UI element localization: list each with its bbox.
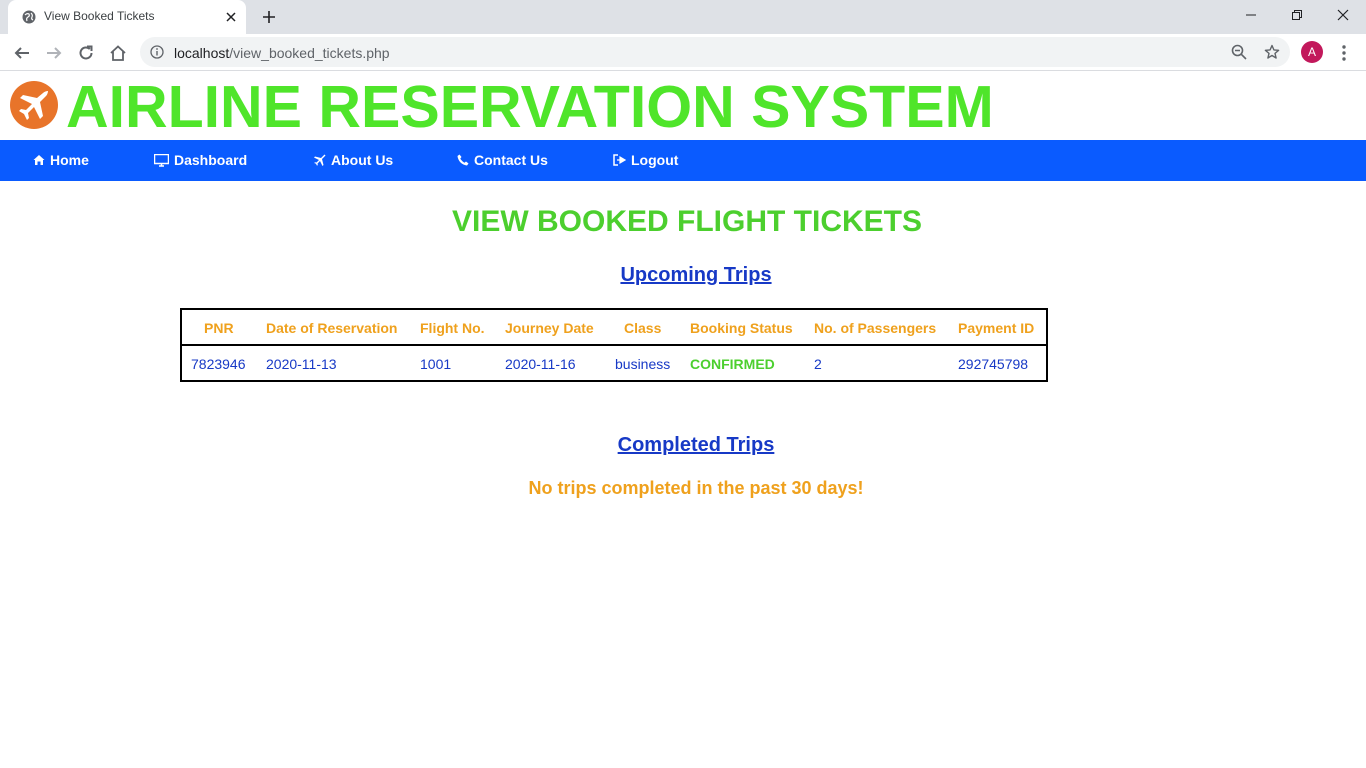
flight-no-cell: 1001 <box>420 356 452 372</box>
close-icon[interactable] <box>224 10 238 24</box>
column-header: Journey Date <box>505 320 594 336</box>
back-icon <box>14 47 29 59</box>
reservation-date-cell: 2020-11-13 <box>266 356 337 372</box>
pnr-cell: 7823946 <box>191 356 246 372</box>
url-text[interactable]: localhost/view_booked_tickets.php <box>174 45 390 61</box>
browser-toolbar: localhost/view_booked_tickets.php A <box>0 34 1366 71</box>
plus-icon[interactable] <box>260 8 278 26</box>
profile-avatar[interactable]: A <box>1301 41 1323 63</box>
restore-icon <box>1292 10 1302 20</box>
reload-icon <box>79 45 93 60</box>
nav-dashboard-label: Dashboard <box>174 152 248 168</box>
booking-status-badge: CONFIRMED <box>690 356 775 372</box>
journey-date-cell: 2020-11-16 <box>505 356 576 372</box>
airplane-icon <box>19 91 48 120</box>
home-icon <box>110 45 126 61</box>
nav-contact-label: Contact Us <box>474 152 548 168</box>
column-header: Date of Reservation <box>266 320 398 336</box>
column-header: Flight No. <box>420 320 485 336</box>
column-header: Payment ID <box>958 320 1035 336</box>
upcoming-trips-table: PNR Date of Reservation Flight No. Journ… <box>180 308 1048 382</box>
payment-id-cell: 292745798 <box>958 356 1029 372</box>
column-header: Booking Status <box>690 320 793 336</box>
logout-icon <box>613 154 626 166</box>
nav-logout-label: Logout <box>631 152 679 168</box>
tab-title: View Booked Tickets <box>44 9 155 23</box>
nav-contact[interactable]: Contact Us <box>457 152 548 168</box>
main-navbar: Home Dashboard About Us Contact Us Logou… <box>0 140 1366 181</box>
browser-tab[interactable]: View Booked Tickets <box>8 0 246 34</box>
reload-button[interactable] <box>76 43 96 63</box>
close-window-button[interactable] <box>1320 0 1366 30</box>
phone-icon <box>457 154 469 166</box>
nav-dashboard[interactable]: Dashboard <box>154 152 247 168</box>
site-title: AIRLINE RESERVATION SYSTEM <box>66 74 994 140</box>
globe-icon <box>22 10 36 24</box>
close-icon <box>1337 9 1349 21</box>
home-icon <box>33 155 45 165</box>
column-header: Class <box>624 320 662 336</box>
star-icon[interactable] <box>1264 44 1280 60</box>
browser-tab-strip: View Booked Tickets <box>0 0 1366 34</box>
monitor-icon <box>154 153 169 167</box>
upcoming-trips-heading: Upcoming Trips <box>620 264 772 286</box>
menu-icon[interactable] <box>1336 43 1352 63</box>
class-cell: business <box>615 356 671 372</box>
back-button[interactable] <box>12 43 32 63</box>
nav-home[interactable]: Home <box>33 152 89 168</box>
forward-icon <box>47 47 62 59</box>
nav-home-label: Home <box>50 152 89 168</box>
home-button[interactable] <box>108 43 128 63</box>
nav-logout[interactable]: Logout <box>613 152 678 168</box>
minimize-icon <box>1246 14 1256 16</box>
plane-icon <box>314 154 326 166</box>
info-icon[interactable] <box>150 45 164 59</box>
forward-button[interactable] <box>44 43 64 63</box>
column-header: No. of Passengers <box>814 320 937 336</box>
nav-about[interactable]: About Us <box>314 152 393 168</box>
restore-button[interactable] <box>1274 0 1320 30</box>
no-completed-trips-message: No trips completed in the past 30 days! <box>528 478 864 498</box>
nav-about-label: About Us <box>331 152 394 168</box>
table-header-row: PNR Date of Reservation Flight No. Journ… <box>182 310 1046 346</box>
address-bar[interactable]: localhost/view_booked_tickets.php <box>140 37 1290 67</box>
site-header: AIRLINE RESERVATION SYSTEM <box>0 71 1366 140</box>
airplane-logo-icon <box>10 81 58 129</box>
zoom-icon[interactable] <box>1231 44 1247 60</box>
column-header: PNR <box>204 320 234 336</box>
minimize-button[interactable] <box>1228 0 1274 30</box>
completed-trips-heading: Completed Trips <box>617 434 775 456</box>
passengers-cell: 2 <box>814 356 822 372</box>
page-heading: VIEW BOOKED FLIGHT TICKETS <box>452 205 922 238</box>
